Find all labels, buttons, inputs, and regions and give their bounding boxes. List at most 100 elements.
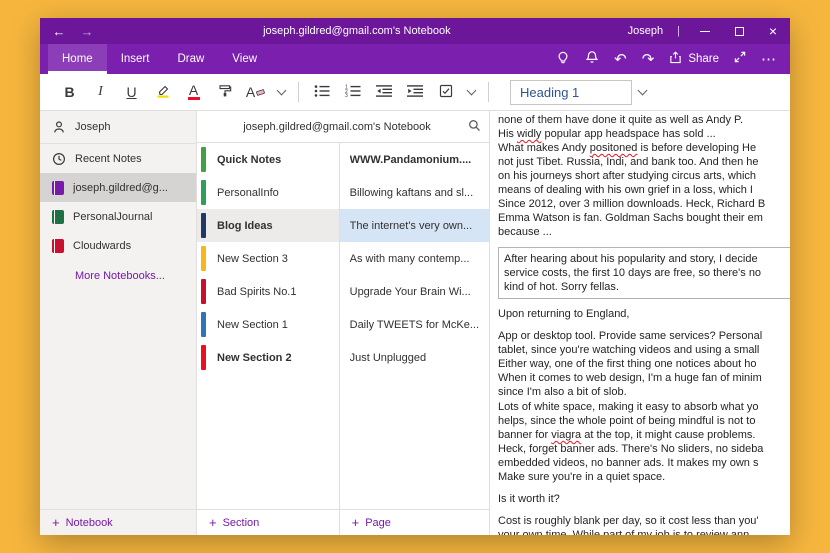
tab-insert[interactable]: Insert	[107, 44, 164, 74]
tab-draw[interactable]: Draw	[163, 44, 218, 74]
section-item-blog-ideas[interactable]: Blog Ideas	[197, 209, 339, 242]
style-selector[interactable]: Heading 1	[510, 80, 632, 105]
sidebar-user-label: Joseph	[75, 121, 110, 133]
chevron-down-icon	[637, 86, 647, 96]
section-item-quick-notes[interactable]: Quick Notes	[197, 143, 339, 176]
sidebar-item-recent-notes[interactable]: Recent Notes	[40, 144, 196, 173]
redo-button[interactable]: ↷	[642, 52, 655, 67]
new-section-label: Section	[223, 517, 260, 529]
new-section-button[interactable]: + Section	[197, 509, 339, 535]
underline-button[interactable]: U	[116, 78, 147, 106]
tab-home[interactable]: Home	[48, 44, 107, 74]
ribbon-tab-bar: HomeInsertDrawView ↶ ↷ Share ⋯	[40, 44, 790, 74]
style-selector-chevron-button[interactable]	[632, 78, 652, 106]
new-page-label: Page	[365, 517, 391, 529]
sidebar-item-cloudwards[interactable]: Cloudwards	[40, 231, 196, 260]
lightbulb-icon	[556, 50, 570, 69]
note-line: because ...	[498, 225, 790, 239]
note-body: none of them have done it quite as well …	[498, 113, 790, 535]
note-line: Cost is roughly blank per day, so it cos…	[498, 514, 790, 528]
fullscreen-button[interactable]	[734, 50, 746, 68]
share-icon	[669, 51, 682, 67]
formatting-toolbar: B I U A A 123 Heading 1	[40, 74, 790, 111]
page-item-just-unplugged[interactable]: Just Unplugged	[340, 341, 489, 374]
format-painter-button[interactable]	[209, 78, 240, 106]
ribbon-overflow-button[interactable]: ⋯	[761, 52, 776, 67]
font-color-button[interactable]: A	[178, 78, 209, 106]
bullet-list-icon	[314, 84, 330, 101]
style-selector-value: Heading 1	[520, 85, 579, 100]
italic-button[interactable]: I	[85, 78, 116, 106]
page-item-upgrade-your-brain-wi[interactable]: Upgrade Your Brain Wi...	[340, 275, 489, 308]
clear-formatting-button[interactable]: A	[240, 78, 271, 106]
note-editor[interactable]: none of them have done it quite as well …	[490, 111, 790, 535]
note-line: His widly popular app headspace has sold…	[498, 127, 790, 141]
note-line: After hearing about his popularity and s…	[504, 252, 790, 266]
format-painter-icon	[218, 84, 232, 101]
share-button[interactable]: Share	[669, 51, 719, 67]
maximize-button[interactable]	[722, 18, 756, 44]
search-button[interactable]	[459, 112, 489, 142]
close-button[interactable]: ×	[756, 18, 790, 44]
tell-me-lightbulb-button[interactable]	[556, 50, 570, 69]
note-line: since I'm also a bit of slob.	[498, 385, 790, 399]
todo-checkbox-button[interactable]	[430, 78, 461, 106]
section-item-new-section-2[interactable]: New Section 2	[197, 341, 339, 374]
note-line: App or desktop tool. Provide same servic…	[498, 329, 790, 343]
ribbon-right-icons: ↶ ↷ Share ⋯	[556, 44, 790, 74]
back-arrow-icon: ←	[53, 24, 66, 39]
notifications-bell-button[interactable]	[585, 50, 599, 69]
numbered-list-button[interactable]: 123	[337, 78, 368, 106]
note-line: banner for viagra at the top, it might c…	[498, 428, 790, 442]
onenote-window: ← → joseph.gildred@gmail.com's Notebook …	[40, 18, 790, 535]
notebook-icon	[52, 210, 64, 224]
note-line: Emma Watson is fan. Goldman Sachs bought…	[498, 211, 790, 225]
bullet-list-button[interactable]	[306, 78, 337, 106]
sidebar-item-personaljournal[interactable]: PersonalJournal	[40, 202, 196, 231]
paragraph-options-chevron-button[interactable]	[461, 78, 481, 106]
font-options-chevron-button[interactable]	[271, 78, 291, 106]
sidebar-item-label: joseph.gildred@g...	[73, 182, 168, 194]
indent-button[interactable]	[399, 78, 430, 106]
new-page-button[interactable]: + Page	[340, 509, 489, 535]
page-item-as-with-many-contemp[interactable]: As with many contemp...	[340, 242, 489, 275]
bold-button[interactable]: B	[54, 78, 85, 106]
note-line: Either way, one of the first thing one n…	[498, 357, 790, 371]
chevron-down-icon	[466, 86, 476, 96]
page-label: WWW.Pandamonium....	[350, 154, 472, 166]
page-item-daily-tweets-for-mcke[interactable]: Daily TWEETS for McKe...	[340, 308, 489, 341]
more-notebooks-link[interactable]: More Notebooks...	[40, 260, 196, 282]
minimize-button[interactable]	[688, 18, 722, 44]
section-item-bad-spirits-no-1[interactable]: Bad Spirits No.1	[197, 275, 339, 308]
sidebar-user[interactable]: Joseph	[40, 111, 196, 144]
page-item-the-internet-s-very-own[interactable]: The internet's very own...	[340, 209, 489, 242]
plus-icon: +	[52, 516, 60, 529]
tab-view[interactable]: View	[218, 44, 271, 74]
toolbar-separator	[488, 82, 489, 102]
notebook-header[interactable]: joseph.gildred@gmail.com's Notebook	[197, 111, 489, 143]
pages-column: WWW.Pandamonium.... Billowing kaftans and…	[340, 143, 489, 535]
sidebar-item-joseph-gildred-g[interactable]: joseph.gildred@g...	[40, 173, 196, 202]
forward-button[interactable]: →	[74, 18, 100, 44]
new-notebook-button[interactable]: + Notebook	[40, 509, 196, 535]
undo-button[interactable]: ↶	[614, 52, 627, 67]
section-item-new-section-1[interactable]: New Section 1	[197, 308, 339, 341]
note-paragraph: Lots of white space, making it easy to a…	[498, 400, 790, 484]
page-item-www-pandamonium[interactable]: WWW.Pandamonium....	[340, 143, 489, 176]
chevron-down-icon	[276, 86, 286, 96]
highlighter-button[interactable]	[147, 78, 178, 106]
page-item-billowing-kaftans-and-sl[interactable]: Billowing kaftans and sl...	[340, 176, 489, 209]
page-label: Daily TWEETS for McKe...	[350, 319, 479, 331]
eraser-icon	[256, 84, 265, 100]
section-item-personalinfo[interactable]: PersonalInfo	[197, 176, 339, 209]
share-label: Share	[688, 53, 719, 65]
account-name[interactable]: Joseph	[614, 25, 677, 37]
back-button[interactable]: ←	[46, 18, 72, 44]
section-label: Bad Spirits No.1	[217, 286, 296, 298]
section-color-bar	[201, 312, 206, 337]
outdent-button[interactable]	[368, 78, 399, 106]
sections-column: Quick NotesPersonalInfoBlog IdeasNew Sec…	[197, 143, 340, 535]
note-line: your own time. While part of my job is t…	[498, 528, 790, 535]
titlebar-nav: ← →	[40, 18, 100, 44]
section-item-new-section-3[interactable]: New Section 3	[197, 242, 339, 275]
